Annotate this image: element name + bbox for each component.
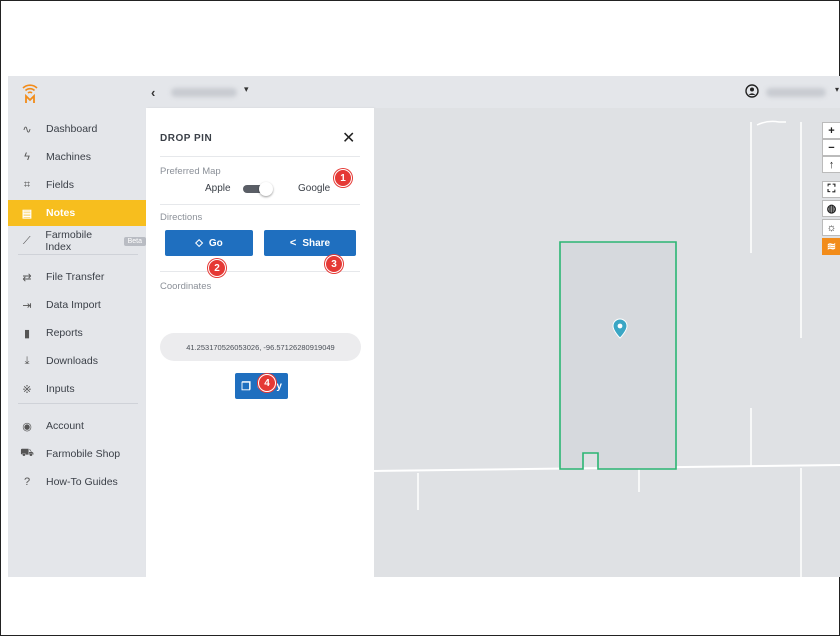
share-button[interactable]: < Share <box>264 230 356 256</box>
toggle-knob <box>259 182 273 196</box>
sidebar-item-label: Inputs <box>46 383 75 395</box>
sidebar-item-label: How-To Guides <box>46 476 118 488</box>
sidebar-item-machines[interactable]: ϟ Machines <box>8 144 146 170</box>
sidebar-item-account[interactable]: ◉ Account <box>8 413 146 439</box>
layers-icon[interactable]: ≋ <box>822 238 840 255</box>
sidebar-item-file-transfer[interactable]: ⇄ File Transfer <box>8 264 146 290</box>
sidebar-item-label: Fields <box>46 179 75 191</box>
farm-dropdown-caret-icon[interactable]: ▾ <box>244 84 249 95</box>
map-preference-toggle[interactable] <box>243 182 273 196</box>
sidebar: ∿ Dashboard ϟ Machines ⌗ Fields ▤ Notes ⟋ Farmobi… <box>8 108 146 577</box>
cart-icon: ⛟ <box>20 447 34 459</box>
close-icon[interactable]: ✕ <box>342 128 355 148</box>
divider <box>160 204 360 205</box>
map-view[interactable] <box>374 108 840 577</box>
zoom-in-icon[interactable]: + <box>822 122 840 139</box>
sidebar-item-notes[interactable]: ▤ Notes <box>8 200 146 226</box>
sidebar-item-dashboard[interactable]: ∿ Dashboard <box>8 116 146 142</box>
note-icon: ▤ <box>21 207 33 220</box>
road <box>756 120 786 126</box>
beta-badge: Beta <box>123 236 146 246</box>
screenshot-frame: ‹ ▾ ▾ ∿ Dashboard ϟ Machines ⌗ Fields ▤ Notes ⟋ F… <box>0 0 840 636</box>
sidebar-item-label: Data Import <box>46 299 101 311</box>
panel-title: DROP PIN <box>160 133 213 144</box>
user-account-icon[interactable] <box>745 84 759 98</box>
user-dropdown-caret-icon[interactable]: ▾ <box>835 85 839 94</box>
sidebar-item-label: Downloads <box>46 355 98 367</box>
sidebar-item-label: Farmobile Index <box>45 229 93 253</box>
sidebar-item-label: Reports <box>46 327 83 339</box>
coordinates-field[interactable]: 41.253170526053026, -96.57126280919049 <box>160 333 361 361</box>
callout-badge-1: 1 <box>334 169 352 187</box>
sidebar-item-label: Dashboard <box>46 123 98 135</box>
copy-icon: ❐ <box>241 380 251 393</box>
sidebar-item-label: Machines <box>46 151 91 163</box>
user-name-redacted[interactable] <box>766 88 826 97</box>
field-boundary <box>559 241 677 470</box>
sidebar-divider <box>18 403 138 404</box>
farm-selector-redacted[interactable] <box>171 88 237 97</box>
callout-badge-3: 3 <box>325 255 343 273</box>
fullscreen-icon[interactable]: ⛶ <box>822 181 840 198</box>
sidebar-item-how-to-guides[interactable]: ? How-To Guides <box>8 469 146 495</box>
apple-option-label: Apple <box>205 183 231 194</box>
download-icon: ⤓ <box>24 354 30 367</box>
coordinates-value: 41.253170526053026, -96.57126280919049 <box>186 342 335 352</box>
sidebar-item-inputs[interactable]: ※ Inputs <box>8 376 146 402</box>
app-window: ‹ ▾ ▾ ∿ Dashboard ϟ Machines ⌗ Fields ▤ Notes ⟋ F… <box>8 76 840 577</box>
coordinates-label: Coordinates <box>160 281 212 292</box>
inputs-icon: ※ <box>22 383 32 396</box>
chevron-left-icon[interactable]: ‹ <box>151 85 155 100</box>
farmobile-logo-icon[interactable] <box>22 82 38 104</box>
account-icon: ◉ <box>22 420 32 433</box>
go-button-label: Go <box>208 237 223 249</box>
lightning-icon: ϟ <box>24 151 30 163</box>
callout-badge-2: 2 <box>208 259 226 277</box>
import-icon: ⇥ <box>22 299 32 312</box>
preferred-map-label: Preferred Map <box>160 166 221 177</box>
compass-icon[interactable]: ↑ <box>822 156 840 173</box>
callout-badge-4: 4 <box>258 374 276 392</box>
globe-icon[interactable]: ◍ <box>822 200 840 217</box>
bar-chart-icon: ▮ <box>23 327 31 340</box>
directions-label: Directions <box>160 212 203 223</box>
transfer-icon: ⇄ <box>22 271 32 284</box>
sidebar-item-label: File Transfer <box>46 271 105 283</box>
zoom-out-icon[interactable]: − <box>822 139 840 156</box>
activity-icon: ∿ <box>22 123 32 136</box>
sidebar-item-fields[interactable]: ⌗ Fields <box>8 172 146 198</box>
trend-icon: ⟋ <box>22 234 31 247</box>
sidebar-item-label: Account <box>46 420 84 432</box>
share-button-label: Share <box>302 237 331 249</box>
sidebar-divider <box>18 254 138 255</box>
sidebar-item-label: Farmobile Shop <box>46 448 121 460</box>
divider <box>160 156 360 157</box>
go-button[interactable]: ⬦ Go <box>165 230 253 256</box>
google-option-label: Google <box>298 183 331 194</box>
sidebar-item-farmobile-index[interactable]: ⟋ Farmobile Index Beta <box>8 228 146 254</box>
sidebar-item-data-import[interactable]: ⇥ Data Import <box>8 292 146 318</box>
share-icon: < <box>289 237 297 249</box>
help-icon: ? <box>23 476 31 488</box>
map-canvas <box>374 120 840 577</box>
sidebar-item-label: Notes <box>46 207 76 219</box>
weather-icon[interactable]: ☼ <box>822 219 840 236</box>
top-bar: ‹ ▾ ▾ <box>8 76 840 108</box>
directions-icon: ⬦ <box>195 236 203 249</box>
sidebar-item-farmobile-shop[interactable]: ⛟ Farmobile Shop <box>8 441 146 467</box>
field-frame-icon: ⌗ <box>23 178 31 191</box>
sidebar-item-downloads[interactable]: ⤓ Downloads <box>8 348 146 374</box>
sidebar-item-reports[interactable]: ▮ Reports <box>8 320 146 346</box>
